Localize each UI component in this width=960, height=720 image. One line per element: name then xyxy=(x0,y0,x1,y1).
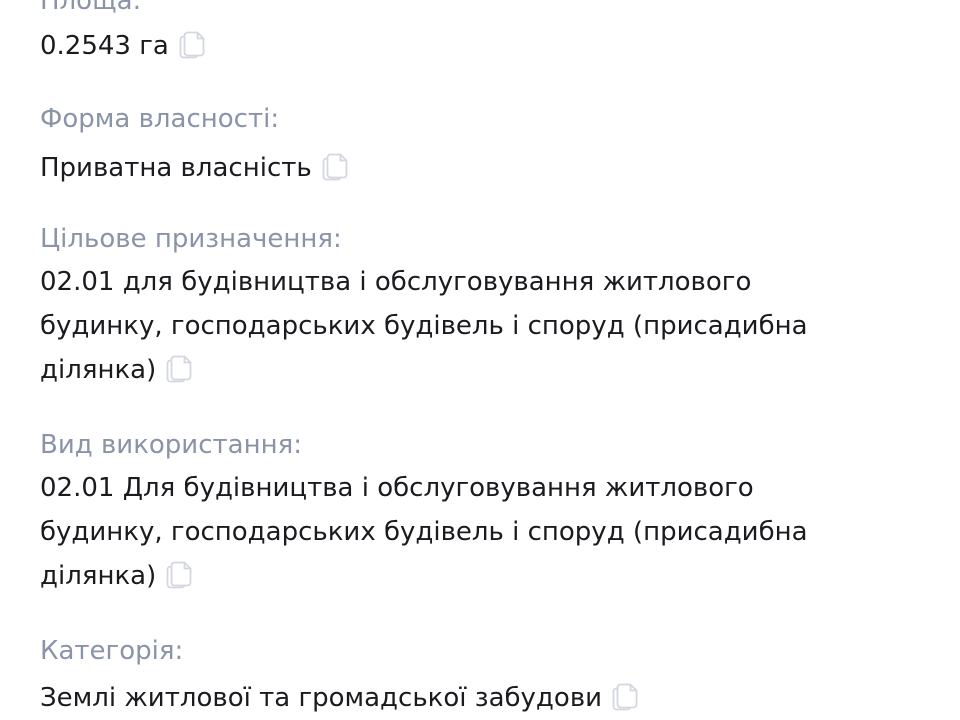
copy-icon[interactable] xyxy=(322,152,350,182)
ownership-label: Форма власності: xyxy=(40,104,280,134)
purpose-value-row: 02.01 для будівництва і обслуговування ж… xyxy=(40,260,880,392)
area-value: 0.2543 га xyxy=(40,31,169,61)
purpose-label: Цільове призначення: xyxy=(40,224,342,254)
category-value: Землі житлової та громадської забудови xyxy=(40,683,603,713)
category-value-row: Землі житлової та громадської забудови xyxy=(40,680,640,716)
copy-icon[interactable] xyxy=(166,560,194,590)
ownership-value: Приватна власність xyxy=(40,153,312,183)
purpose-value: 02.01 для будівництва і обслуговування ж… xyxy=(40,267,808,385)
usage-type-value-row: 02.01 Для будівництва і обслуговування ж… xyxy=(40,466,880,598)
copy-icon[interactable] xyxy=(612,682,640,712)
category-label: Категорія: xyxy=(40,636,184,666)
usage-type-value: 02.01 Для будівництва і обслуговування ж… xyxy=(40,473,808,591)
land-parcel-details: Площа: 0.2543 га Форма власності: Приват… xyxy=(0,0,960,720)
usage-type-label: Вид використання: xyxy=(40,430,302,460)
area-label: Площа: xyxy=(40,0,142,16)
ownership-value-row: Приватна власність xyxy=(40,150,350,186)
area-value-row: 0.2543 га xyxy=(40,28,207,64)
copy-icon[interactable] xyxy=(179,30,207,60)
copy-icon[interactable] xyxy=(166,354,194,384)
